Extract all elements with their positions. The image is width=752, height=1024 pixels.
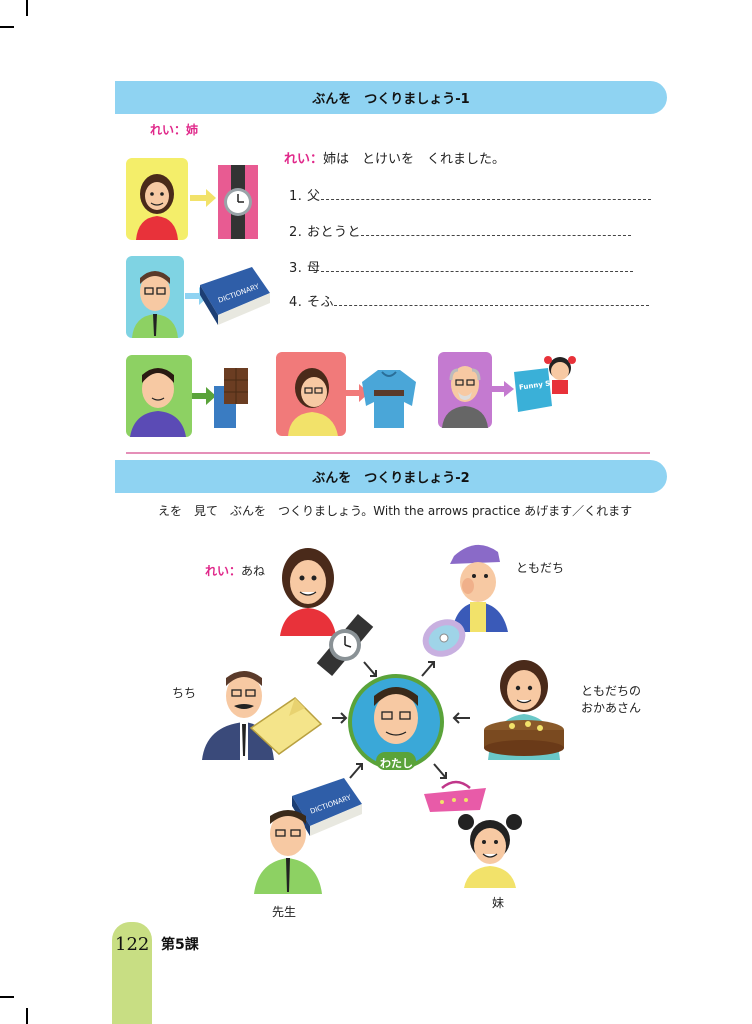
label-imouto: 妹: [492, 896, 505, 910]
item-word: 父: [307, 189, 321, 204]
grandfather-portrait: [438, 352, 492, 428]
section2-title: ぶんを つくりましょう-2: [312, 471, 470, 486]
crop-mark: [0, 26, 14, 28]
arrow-in-from-father: [332, 712, 348, 724]
item-word: そふ: [307, 295, 335, 310]
bag-icon: [424, 780, 486, 812]
sweater-icon: [362, 370, 416, 428]
page-number: 122: [115, 934, 150, 955]
lesson-label: 第5課: [161, 937, 199, 953]
mother-portrait: [276, 352, 346, 436]
section2-instruction: えを 見て ぶんを つくりましょう。With the arrows practi…: [158, 504, 633, 518]
teacher-figure: [254, 810, 322, 894]
section1-title: ぶんを つくりましょう-1: [312, 92, 470, 107]
crop-mark: [26, 1008, 28, 1024]
example-text: 姉は とけいを くれました。: [323, 152, 506, 167]
crop-mark: [0, 996, 14, 998]
item-word: おとうと: [307, 225, 362, 240]
exercise-item: 1. 父: [289, 185, 651, 204]
child-icon: [544, 356, 576, 394]
example-name: あね: [241, 564, 266, 578]
watch-icon: [218, 165, 258, 239]
arrow-in-from-friend-mother: [452, 712, 470, 724]
label-tomodachi-mother-1: ともだちの: [581, 684, 642, 698]
example-prefix: れい：: [284, 152, 324, 167]
label-tomodachi: ともだち: [516, 561, 565, 575]
label-tomodachi-mother-2: おかあさん: [581, 701, 642, 715]
answer-blank[interactable]: [334, 293, 650, 306]
younger-sister-figure: [458, 814, 522, 888]
section1-example-tag: れい：姉: [150, 123, 199, 137]
item-number: 3.: [289, 261, 303, 276]
exercise-item: 2. おとうと: [289, 221, 632, 240]
arrows-diagram: [332, 661, 470, 779]
exercise-item: 3. 母: [289, 257, 633, 276]
shirt-icon: [249, 697, 323, 755]
father-portrait: [126, 256, 184, 338]
answer-blank[interactable]: [361, 223, 632, 236]
item-number: 1.: [289, 189, 303, 204]
arrow-icon: [492, 381, 514, 397]
answer-blank[interactable]: [320, 187, 651, 200]
example-prefix: れい：: [205, 564, 242, 578]
arrow-in-from-sister: [363, 661, 377, 677]
answer-blank[interactable]: [320, 259, 633, 272]
sister-portrait: [126, 158, 188, 240]
dictionary-icon: DICTIONARY: [200, 267, 270, 325]
item-number: 2.: [289, 225, 303, 240]
chocolate-icon: [214, 368, 248, 428]
section2-header: ぶんを つくりましょう-2: [115, 460, 667, 493]
crop-mark: [26, 0, 28, 16]
arrow-out-to-sister: [433, 763, 447, 779]
item-number: 4.: [289, 295, 303, 310]
item-word: 母: [307, 261, 321, 276]
brother-portrait: [126, 355, 192, 437]
section-divider: [126, 452, 650, 454]
section2-example-label: れい：あね: [205, 562, 265, 579]
label-sensei: 先生: [272, 905, 297, 919]
section1-example-sentence: れい：姉は とけいを くれました。: [284, 148, 505, 167]
arrow-out-to-friend: [421, 661, 435, 677]
label-chichi: ちち: [172, 686, 197, 700]
exercise-item: 4. そふ: [289, 291, 650, 310]
arrow-icon: [190, 189, 216, 207]
section1-header: ぶんを つくりましょう-1: [115, 81, 667, 114]
friend-mother-figure: [484, 660, 564, 760]
